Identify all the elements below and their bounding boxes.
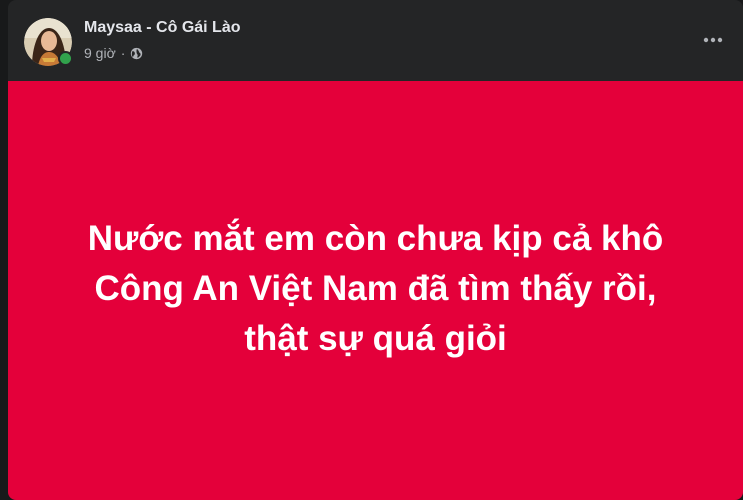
post-text: Nước mắt em còn chưa kịp cả khô Công An …	[88, 214, 663, 364]
post-text-line: Nước mắt em còn chưa kịp cả khô	[87, 218, 664, 258]
post-header: Maysaa - Cô Gái Lào 9 giờ ·	[8, 0, 743, 81]
online-status-indicator	[58, 51, 73, 66]
post-card: Maysaa - Cô Gái Lào 9 giờ · Nước mắt em …	[8, 0, 743, 500]
post-more-options-button[interactable]	[695, 26, 731, 54]
more-horizontal-icon	[703, 37, 723, 43]
post-text-line: thật sự quá giỏi	[244, 318, 507, 358]
post-text-line: Công An Việt Nam đã tìm thấy rồi,	[94, 268, 657, 308]
post-author-name[interactable]: Maysaa - Cô Gái Lào	[84, 19, 241, 37]
post-meta: 9 giờ ·	[84, 45, 143, 61]
globe-icon[interactable]	[130, 47, 143, 60]
author-avatar[interactable]	[24, 18, 73, 66]
post-content-background: Nước mắt em còn chưa kịp cả khô Công An …	[8, 81, 743, 500]
post-timestamp[interactable]: 9 giờ	[84, 45, 116, 61]
meta-separator: ·	[120, 45, 126, 61]
